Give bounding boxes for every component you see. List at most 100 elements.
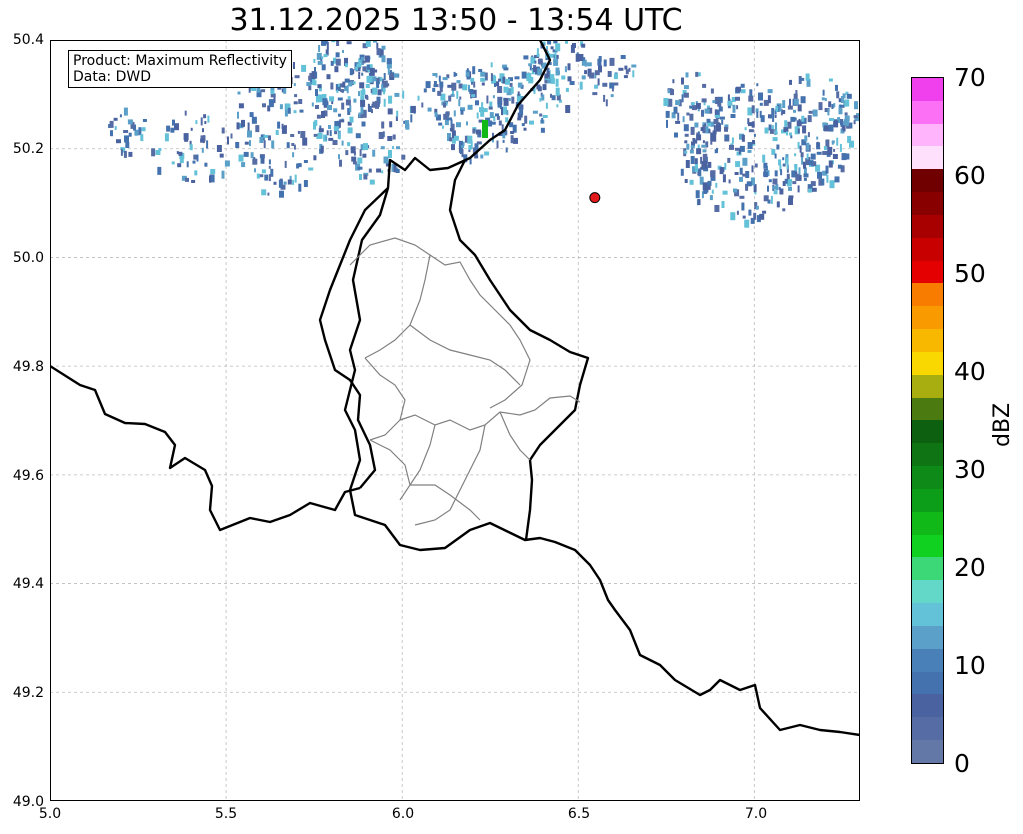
radar-echo bbox=[123, 130, 129, 133]
radar-echo bbox=[824, 125, 830, 132]
radar-echo bbox=[550, 46, 554, 50]
radar-echo bbox=[827, 108, 830, 116]
radar-echo bbox=[469, 89, 474, 94]
radar-echo bbox=[788, 195, 794, 199]
radar-echo bbox=[321, 41, 327, 46]
radar-echo bbox=[427, 107, 432, 112]
colorbar-segment bbox=[912, 625, 943, 649]
radar-echo bbox=[794, 164, 798, 168]
radar-echo bbox=[325, 41, 328, 45]
radar-echo bbox=[332, 140, 338, 145]
radar-echo bbox=[782, 157, 785, 161]
radar-echo bbox=[528, 63, 533, 67]
radar-echo bbox=[270, 90, 275, 95]
radar-echo bbox=[666, 119, 668, 128]
radar-echo bbox=[363, 143, 368, 151]
radar-echo bbox=[227, 136, 229, 145]
radar-echo bbox=[772, 137, 778, 142]
colorbar-segment bbox=[912, 648, 943, 672]
radar-echo bbox=[714, 97, 719, 103]
colorbar-segment bbox=[912, 169, 943, 193]
radar-echo bbox=[817, 171, 822, 179]
radar-echo bbox=[818, 102, 823, 111]
radar-echo bbox=[344, 63, 348, 68]
radar-echo bbox=[394, 92, 400, 97]
radar-echo bbox=[372, 149, 376, 157]
radar-echo bbox=[508, 98, 511, 101]
radar-echo bbox=[690, 102, 695, 106]
radar-echo bbox=[610, 94, 614, 98]
radar-echo bbox=[264, 174, 269, 181]
radar-echo bbox=[114, 126, 117, 130]
radar-echo bbox=[330, 82, 334, 90]
radar-echo bbox=[739, 176, 743, 182]
radar-echo bbox=[684, 150, 688, 154]
colorbar-segment bbox=[912, 237, 943, 261]
radar-echo bbox=[123, 107, 128, 116]
radar-echo bbox=[835, 84, 838, 91]
radar-echo bbox=[277, 121, 281, 129]
radar-echo bbox=[716, 147, 718, 153]
radar-echo bbox=[331, 41, 336, 43]
radar-echo bbox=[739, 195, 745, 199]
radar-echo bbox=[751, 165, 754, 173]
radar-echo bbox=[200, 138, 205, 143]
radar-echo bbox=[141, 127, 146, 132]
radar-echo bbox=[247, 122, 250, 131]
radar-echo bbox=[833, 148, 836, 152]
radar-echo bbox=[753, 212, 757, 220]
radar-echo bbox=[538, 58, 543, 65]
radar-echo bbox=[338, 154, 340, 160]
radar-echo bbox=[461, 145, 465, 149]
radar-echo bbox=[787, 121, 792, 129]
radar-echo bbox=[243, 151, 249, 157]
radar-echo bbox=[394, 73, 397, 78]
radar-echo bbox=[683, 92, 689, 98]
radar-echo bbox=[702, 182, 708, 191]
radar-echo bbox=[236, 122, 240, 130]
radar-echo bbox=[299, 109, 304, 113]
colorbar-tick-label: 70 bbox=[954, 63, 986, 92]
radar-echo bbox=[327, 105, 332, 110]
radar-echo bbox=[823, 146, 827, 151]
radar-echo bbox=[756, 83, 759, 87]
radar-echo bbox=[203, 114, 207, 119]
radar-echo bbox=[241, 162, 246, 168]
radar-echo bbox=[357, 166, 363, 170]
radar-echo bbox=[767, 95, 771, 104]
radar-echo bbox=[768, 179, 772, 183]
radar-echo bbox=[513, 137, 518, 144]
radar-echo bbox=[675, 100, 681, 106]
radar-map[interactable] bbox=[50, 40, 860, 801]
radar-echo bbox=[509, 82, 513, 87]
colorbar-segment bbox=[912, 580, 943, 604]
radar-echo bbox=[772, 114, 775, 122]
radar-echo bbox=[582, 57, 586, 61]
radar-echo bbox=[736, 105, 739, 110]
radar-echo bbox=[797, 104, 802, 112]
radar-echo bbox=[840, 96, 844, 103]
radar-echo bbox=[387, 108, 393, 115]
radar-echo bbox=[363, 174, 368, 180]
reflectivity-colorbar bbox=[911, 77, 944, 764]
colorbar-segment bbox=[912, 740, 943, 763]
radar-echo bbox=[346, 41, 352, 45]
radar-echo bbox=[366, 96, 369, 100]
radar-echo bbox=[358, 72, 361, 79]
radar-echo bbox=[298, 99, 303, 104]
radar-echo bbox=[834, 176, 840, 183]
radar-echo bbox=[387, 136, 393, 141]
radar-echo bbox=[433, 81, 437, 87]
radar-echo bbox=[337, 83, 340, 87]
radar-echo bbox=[510, 135, 514, 144]
radar-echo bbox=[684, 179, 688, 183]
radar-echo bbox=[383, 156, 389, 164]
radar-echo bbox=[290, 134, 295, 137]
radar-echo bbox=[361, 88, 365, 95]
radar-echo bbox=[689, 113, 694, 121]
radar-echo bbox=[816, 136, 819, 140]
radar-echo bbox=[712, 100, 716, 104]
radar-echo bbox=[369, 67, 375, 76]
radar-echo bbox=[602, 82, 608, 87]
radar-echo bbox=[352, 161, 357, 165]
